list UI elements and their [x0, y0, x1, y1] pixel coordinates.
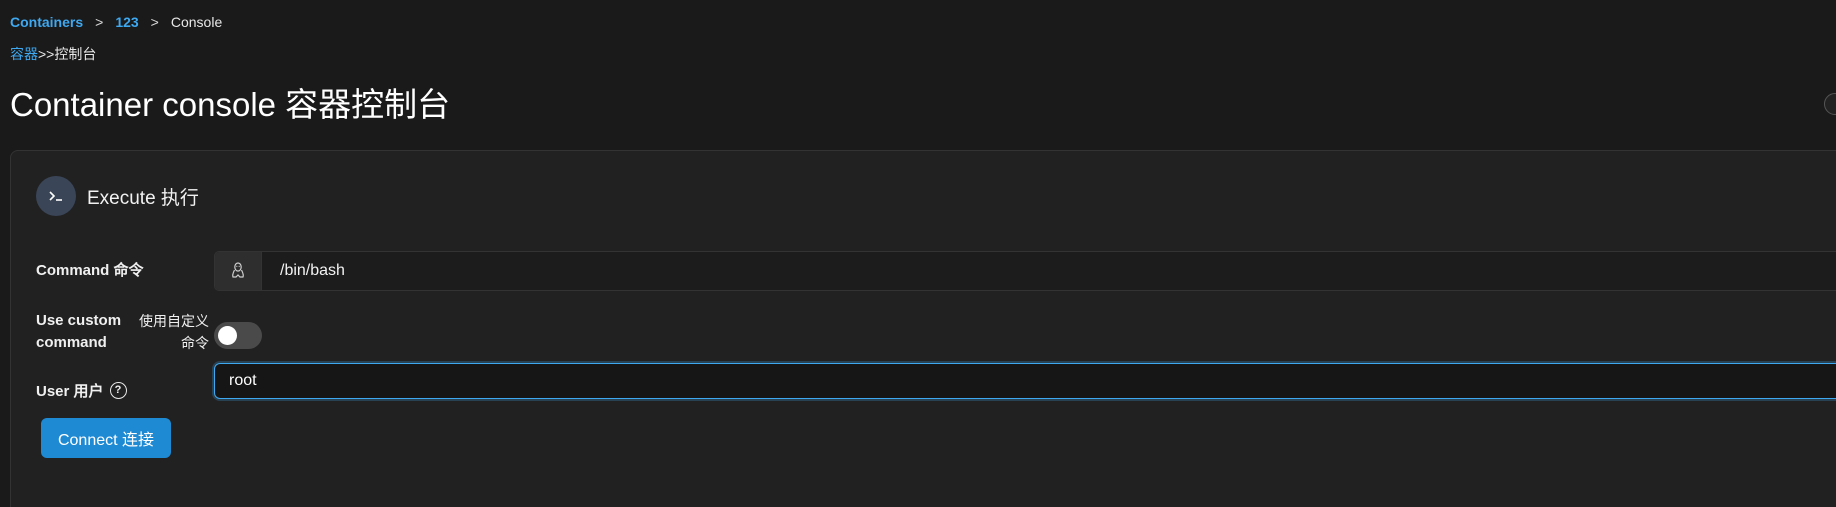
breadcrumb-separator: > — [150, 14, 159, 30]
command-value: /bin/bash — [280, 262, 345, 279]
user-label-text: User 用户 — [36, 383, 104, 400]
card-title: Execute 执行 — [87, 187, 199, 209]
container-console-page: Containers > 123 > Console 容器>>控制台 Conta… — [0, 0, 1836, 507]
breadcrumb-current: Console — [170, 14, 223, 30]
linux-icon — [215, 252, 262, 290]
breadcrumb-containers-link[interactable]: Containers — [10, 14, 83, 30]
breadcrumb: Containers > 123 > Console — [10, 14, 222, 30]
command-select[interactable]: /bin/bash — [214, 251, 1836, 291]
execute-card: Execute 执行 Command 命令 /bin/bash Use cust… — [10, 150, 1836, 507]
help-corner-icon[interactable] — [1824, 93, 1836, 115]
terminal-icon — [36, 176, 76, 216]
toggle-knob — [218, 326, 237, 345]
custom-command-label: Use custom command — [36, 312, 122, 351]
card-header: Execute 执行 — [36, 176, 199, 216]
breadcrumb-separator: > — [95, 14, 104, 30]
breadcrumb-container-link[interactable]: 123 — [115, 14, 138, 30]
sub-breadcrumb-separator: >> — [38, 46, 55, 62]
custom-command-toggle[interactable] — [214, 322, 262, 349]
help-icon[interactable]: ? — [109, 382, 127, 399]
user-label: User 用户 ? — [36, 380, 127, 401]
sub-breadcrumb-current: 控制台 — [54, 46, 97, 62]
page-title: Container console 容器控制台 — [10, 86, 451, 123]
custom-command-label-zh: 使用自定义命令 — [139, 313, 209, 351]
user-input[interactable] — [214, 363, 1836, 399]
connect-button[interactable]: Connect 连接 — [41, 418, 171, 458]
command-label: Command 命令 — [36, 262, 144, 279]
sub-breadcrumb-link[interactable]: 容器 — [10, 46, 38, 62]
sub-breadcrumb: 容器>>控制台 — [10, 44, 96, 64]
